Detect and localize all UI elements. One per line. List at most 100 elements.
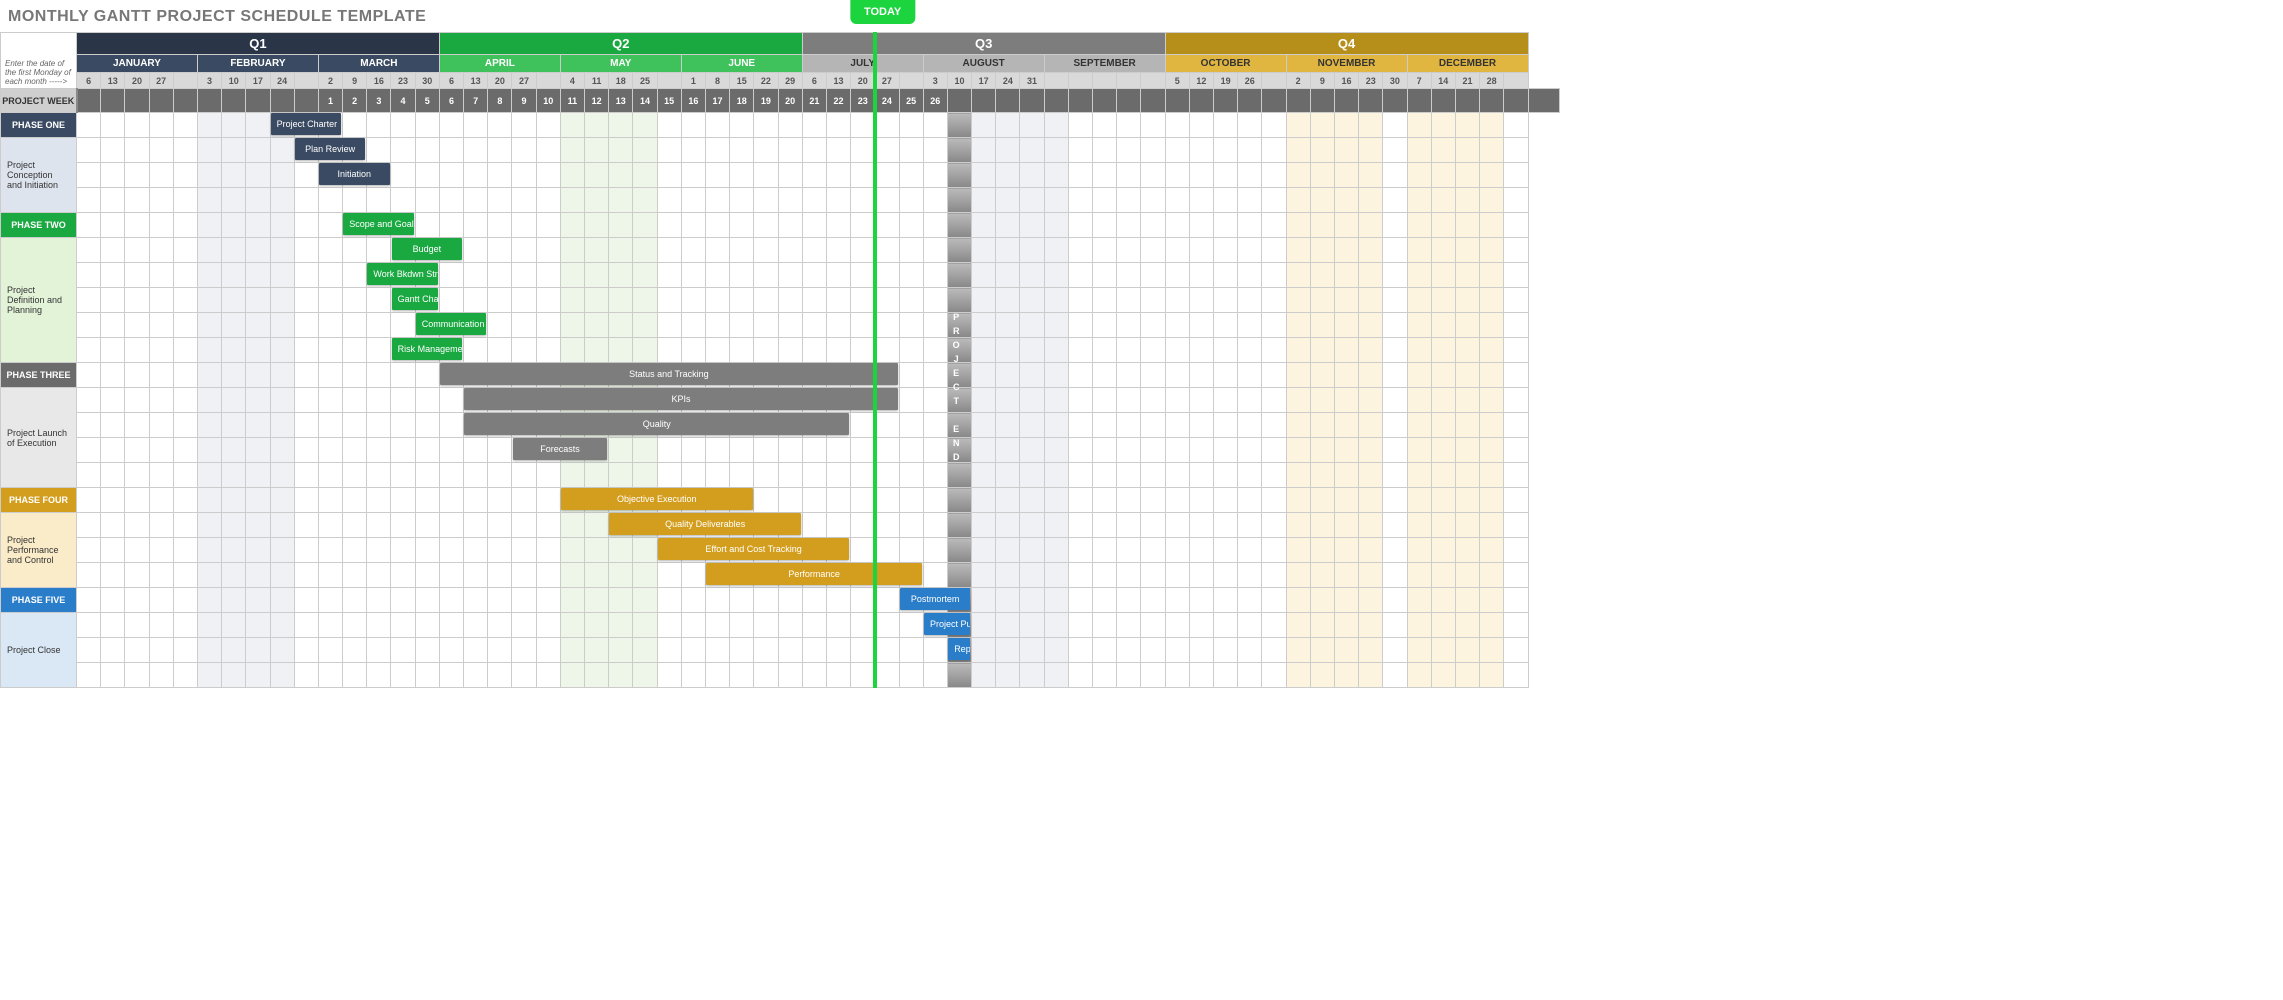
project-week-cell <box>1407 89 1431 113</box>
gantt-bar[interactable]: Initiation <box>319 163 390 185</box>
phase-header: PHASE TWO <box>1 213 77 238</box>
day-header <box>294 73 318 89</box>
day-header: 6 <box>802 73 826 89</box>
gantt-bar[interactable]: Forecasts <box>513 438 608 460</box>
day-header: 16 <box>1334 73 1358 89</box>
phase-body-label: Project Conception and Initiation <box>1 138 77 213</box>
day-header: 10 <box>947 73 971 89</box>
project-week-cell <box>1383 89 1407 113</box>
gantt-bar[interactable]: Risk Management <box>392 338 463 360</box>
project-week-cell: 4 <box>391 89 415 113</box>
day-header: 30 <box>1383 73 1407 89</box>
project-week-cell <box>947 89 971 113</box>
project-week-cell: 21 <box>802 89 826 113</box>
project-week-cell <box>1189 89 1213 113</box>
day-header: 25 <box>633 73 657 89</box>
project-week-cell <box>101 89 125 113</box>
project-week-cell <box>1455 89 1479 113</box>
day-header <box>1117 73 1141 89</box>
month-header: MAY <box>560 55 681 73</box>
day-header: 21 <box>1455 73 1479 89</box>
gantt-bar[interactable]: Performance <box>706 563 922 585</box>
day-header: 23 <box>391 73 415 89</box>
gantt-table: Enter the date of the first Monday of ea… <box>0 32 1560 688</box>
day-header <box>1068 73 1092 89</box>
day-header: 23 <box>1359 73 1383 89</box>
project-week-cell: 11 <box>560 89 584 113</box>
quarter-header: Q2 <box>439 33 802 55</box>
project-week-cell <box>1431 89 1455 113</box>
day-header: 12 <box>1189 73 1213 89</box>
project-week-cell <box>173 89 197 113</box>
quarter-header: Q4 <box>1165 33 1528 55</box>
day-header: 15 <box>730 73 754 89</box>
gantt-bar[interactable]: Scope and Goal Setting <box>343 213 414 235</box>
gantt-bar[interactable]: Objective Execution <box>561 488 753 510</box>
gantt-bar[interactable]: Postmortem <box>900 588 971 610</box>
gantt-bar[interactable]: Status and Tracking <box>440 363 898 385</box>
project-week-cell <box>1286 89 1310 113</box>
day-header: 18 <box>609 73 633 89</box>
month-header: MARCH <box>318 55 439 73</box>
gantt-bar[interactable]: Project Punchlist <box>924 613 970 635</box>
gantt-bar[interactable]: Gantt Chart <box>392 288 438 310</box>
day-header: 5 <box>1165 73 1189 89</box>
day-header: 27 <box>875 73 899 89</box>
gantt-bar[interactable]: Communication Plan <box>416 313 487 335</box>
month-header: JUNE <box>681 55 802 73</box>
project-week-cell: 24 <box>875 89 899 113</box>
day-header: 26 <box>1238 73 1262 89</box>
project-week-cell <box>197 89 221 113</box>
day-header: 22 <box>754 73 778 89</box>
day-header: 27 <box>149 73 173 89</box>
gantt-bar[interactable]: Effort and Cost Tracking <box>658 538 850 560</box>
project-week-cell: 17 <box>705 89 729 113</box>
header-note: Enter the date of the first Monday of ea… <box>1 33 77 89</box>
month-header: AUGUST <box>923 55 1044 73</box>
project-week-cell <box>996 89 1020 113</box>
gantt-bar[interactable]: Report <box>948 638 970 660</box>
project-week-cell: 7 <box>464 89 488 113</box>
project-week-cell <box>1141 89 1165 113</box>
gantt-bar[interactable]: KPIs <box>464 388 898 410</box>
project-week-cell <box>246 89 270 113</box>
day-header <box>1504 73 1528 89</box>
gantt-bar[interactable]: Work Bkdwn Structure <box>367 263 438 285</box>
day-header: 4 <box>560 73 584 89</box>
phase-header: PHASE FIVE <box>1 588 77 613</box>
day-header: 13 <box>826 73 850 89</box>
gantt-bar[interactable]: Quality Deliverables <box>609 513 801 535</box>
project-week-cell: 8 <box>488 89 512 113</box>
project-week-cell: 2 <box>343 89 367 113</box>
day-header: 20 <box>488 73 512 89</box>
month-header: NOVEMBER <box>1286 55 1407 73</box>
month-header: JANUARY <box>77 55 198 73</box>
project-week-cell <box>294 89 318 113</box>
phase-header: PHASE ONE <box>1 113 77 138</box>
gantt-bar[interactable]: Project Charter <box>271 113 342 135</box>
day-header: 3 <box>923 73 947 89</box>
project-week-cell <box>125 89 149 113</box>
project-week-cell: 15 <box>657 89 681 113</box>
month-header: APRIL <box>439 55 560 73</box>
gantt-bar[interactable]: Quality <box>464 413 849 435</box>
day-header: 11 <box>585 73 609 89</box>
day-header: 3 <box>197 73 221 89</box>
project-week-cell: 16 <box>681 89 705 113</box>
day-header <box>1093 73 1117 89</box>
project-week-cell: 3 <box>367 89 391 113</box>
day-header: 2 <box>1286 73 1310 89</box>
project-week-cell: 14 <box>633 89 657 113</box>
today-flag: TODAY <box>850 0 915 24</box>
project-week-cell <box>1359 89 1383 113</box>
gantt-bar[interactable]: Budget <box>392 238 463 260</box>
gantt-bar[interactable]: Plan Review <box>295 138 366 160</box>
project-week-cell: 25 <box>899 89 923 113</box>
project-week-cell <box>1020 89 1044 113</box>
project-week-cell: 5 <box>415 89 439 113</box>
day-header: 6 <box>77 73 101 89</box>
project-week-cell <box>1480 89 1504 113</box>
day-header <box>1262 73 1286 89</box>
project-week-cell <box>1214 89 1238 113</box>
day-header: 13 <box>101 73 125 89</box>
